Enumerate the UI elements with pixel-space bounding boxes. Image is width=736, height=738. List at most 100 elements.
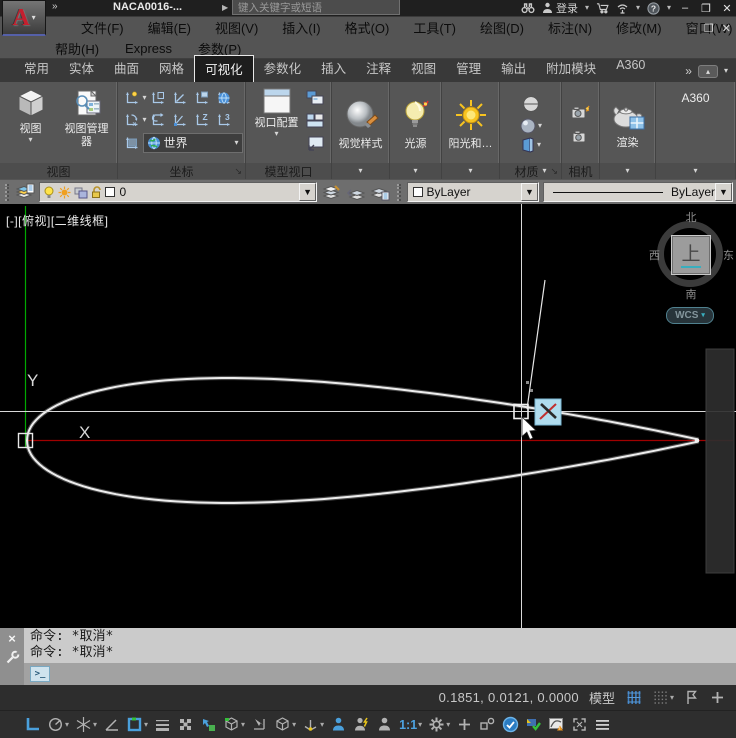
workspace-switching-icon[interactable]: ▾ bbox=[428, 716, 450, 733]
panel-expand-icon[interactable]: ▾ bbox=[625, 167, 629, 175]
menu-item-0[interactable]: 文件(F) bbox=[81, 18, 124, 37]
exchange-cart-icon[interactable] bbox=[596, 2, 609, 14]
ribbon-tab-9[interactable]: 管理 bbox=[446, 55, 491, 82]
dynamic-ucs-icon[interactable]: ▾ bbox=[223, 716, 245, 733]
menu-item-2[interactable]: 视图(V) bbox=[215, 18, 258, 37]
doc-close-button[interactable]: ✕ bbox=[722, 22, 731, 35]
panel-expand-icon[interactable]: ▾ bbox=[358, 167, 362, 175]
ribbon-tab-8[interactable]: 视图 bbox=[401, 55, 446, 82]
plot-icon[interactable] bbox=[525, 716, 542, 733]
compass-east-label[interactable]: 东 bbox=[723, 247, 734, 263]
chevron-down-icon[interactable]: ▾ bbox=[585, 4, 589, 12]
panel-launcher-icon[interactable]: ↘ bbox=[550, 166, 558, 177]
dropdown-caret[interactable]: ▾ bbox=[418, 720, 422, 729]
menu-item-7[interactable]: 标注(N) bbox=[548, 18, 592, 37]
transparency-icon[interactable] bbox=[177, 716, 194, 733]
viewport-named-icon[interactable] bbox=[304, 87, 326, 108]
color-dropdown[interactable]: ByLayer ▼ bbox=[406, 182, 539, 202]
dropdown-caret[interactable]: ▾ bbox=[292, 720, 296, 729]
hardware-acceleration-icon[interactable] bbox=[502, 716, 519, 733]
object-snap-icon[interactable]: ▾ bbox=[126, 716, 148, 733]
menu-item-5[interactable]: 工具(T) bbox=[413, 18, 456, 37]
dropdown-caret[interactable]: ▾ bbox=[241, 720, 245, 729]
search-binoculars-icon[interactable] bbox=[521, 2, 535, 14]
annotation-visibility-icon[interactable] bbox=[330, 716, 347, 733]
layer-properties-icon[interactable] bbox=[15, 182, 35, 203]
help-icon[interactable]: ? bbox=[647, 1, 660, 15]
ucs-icon[interactable] bbox=[121, 87, 143, 108]
ribbon-tab-11[interactable]: 附加模块 bbox=[536, 55, 606, 82]
snap-mode-icon[interactable]: ▾ bbox=[652, 689, 674, 706]
application-menu-button[interactable]: A ▾ bbox=[2, 0, 46, 36]
ortho-mode-icon[interactable] bbox=[24, 716, 41, 733]
ribbon-tab-1[interactable]: 实体 bbox=[59, 55, 104, 82]
wcs-dropdown[interactable]: WCS ▾ bbox=[666, 307, 714, 324]
chevron-down-icon[interactable]: ▾ bbox=[724, 67, 728, 75]
panel-caption-materials[interactable]: 材质 ▾ ↘ bbox=[500, 163, 561, 179]
compass-west-label[interactable]: 西 bbox=[649, 247, 660, 263]
viewport-config-button[interactable]: 视口配置 ▾ bbox=[252, 85, 302, 138]
ribbon-tab-10[interactable]: 输出 bbox=[491, 55, 536, 82]
ribbon-tab-3[interactable]: 网格 bbox=[149, 55, 194, 82]
color-dropdown-arrow[interactable]: ▼ bbox=[520, 183, 538, 201]
ucs-view-icon[interactable] bbox=[121, 132, 143, 153]
ucs-previous-icon[interactable] bbox=[147, 109, 169, 130]
ribbon-tab-6[interactable]: 插入 bbox=[311, 55, 356, 82]
polar-tracking-icon[interactable]: ▾ bbox=[47, 716, 69, 733]
viewcube-top-face[interactable]: 上 bbox=[671, 235, 711, 275]
ribbon-tab-7[interactable]: 注释 bbox=[356, 55, 401, 82]
menu-item-4[interactable]: 格式(O) bbox=[345, 18, 390, 37]
attach-material-icon[interactable]: ▾ bbox=[520, 136, 541, 154]
viewport-controls-label[interactable]: [-][俯视][二维线框] bbox=[6, 212, 109, 229]
window-maximize-button[interactable]: ❐ bbox=[699, 2, 713, 15]
dropdown-caret[interactable]: ▾ bbox=[670, 693, 674, 702]
layer-dropdown-arrow[interactable]: ▼ bbox=[299, 183, 317, 201]
linetype-dropdown-arrow[interactable]: ▼ bbox=[715, 183, 732, 201]
side-palette[interactable] bbox=[705, 348, 735, 574]
annotation-scale-value[interactable]: 1:1 ▾ bbox=[399, 718, 422, 732]
model-space-button[interactable]: 模型 bbox=[589, 688, 615, 707]
ribbon-panel-lights[interactable]: 光源 ▾ bbox=[390, 82, 442, 179]
ucs-world-icon[interactable] bbox=[213, 87, 235, 108]
drawing-canvas[interactable]: Y X bbox=[0, 204, 736, 628]
panel-expand-icon[interactable]: ▾ bbox=[413, 167, 417, 175]
coordinates-display[interactable]: 0.1851, 0.0121, 0.0000 bbox=[439, 690, 579, 705]
make-layer-current-icon[interactable] bbox=[321, 182, 341, 203]
ribbon-panel-sun[interactable]: 阳光和… ▾ bbox=[442, 82, 500, 179]
ribbon-panel-visual-styles[interactable]: 视觉样式 ▾ bbox=[332, 82, 390, 179]
ribbon-minimize-button[interactable]: ▴ bbox=[697, 64, 718, 78]
ribbon-tab-4[interactable]: 可视化 bbox=[194, 55, 254, 82]
title-flyout-icon[interactable]: ▶ bbox=[222, 3, 228, 12]
viewcube[interactable]: 北 南 西 东 上 bbox=[648, 209, 734, 301]
ribbon-tab-0[interactable]: 常用 bbox=[14, 55, 59, 82]
menu-item-row2-1[interactable]: Express bbox=[125, 41, 172, 56]
close-icon[interactable]: × bbox=[8, 632, 16, 645]
ribbon-tab-12[interactable]: A360 bbox=[606, 55, 655, 82]
view-manager-button[interactable]: 视图管理器 bbox=[60, 85, 114, 149]
search-input[interactable]: 键入关键字或短语 bbox=[232, 0, 400, 15]
create-camera-icon[interactable] bbox=[570, 102, 592, 123]
toolbar-grip[interactable] bbox=[5, 183, 9, 201]
panel-caption-coordinates[interactable]: 坐标 ↘ bbox=[118, 163, 245, 179]
ucs-origin-icon[interactable] bbox=[169, 87, 191, 108]
dynamic-input-icon[interactable] bbox=[251, 716, 268, 733]
drawing-area[interactable]: Y X [-][俯视][二维线框] 北 南 西 东 上 WCS ▾ bbox=[0, 204, 736, 628]
annotation-monitor-icon[interactable] bbox=[456, 716, 473, 733]
layer-states-icon[interactable] bbox=[370, 182, 390, 203]
dropdown-caret[interactable]: ▾ bbox=[65, 720, 69, 729]
grid-display-icon[interactable] bbox=[625, 689, 643, 706]
layer-previous-icon[interactable] bbox=[346, 182, 366, 203]
compass-south-label[interactable]: 南 bbox=[686, 286, 697, 302]
panel-caption-camera[interactable]: 相机 bbox=[562, 163, 599, 179]
communication-center-icon[interactable] bbox=[616, 2, 629, 14]
isolate-objects-icon[interactable] bbox=[479, 716, 496, 733]
quick-access-overflow-icon[interactable]: » bbox=[52, 1, 57, 12]
compass-north-label[interactable]: 北 bbox=[686, 209, 697, 225]
dropdown-caret[interactable]: ▾ bbox=[144, 720, 148, 729]
command-input-row[interactable]: >_ bbox=[24, 663, 736, 685]
menu-item-8[interactable]: 修改(M) bbox=[616, 18, 662, 37]
menu-item-6[interactable]: 绘图(D) bbox=[480, 18, 524, 37]
window-minimize-button[interactable]: – bbox=[678, 2, 692, 14]
ucs-world-dropdown[interactable]: 世界 ▾ bbox=[142, 132, 243, 153]
chevron-down-icon[interactable]: ▾ bbox=[667, 4, 671, 12]
